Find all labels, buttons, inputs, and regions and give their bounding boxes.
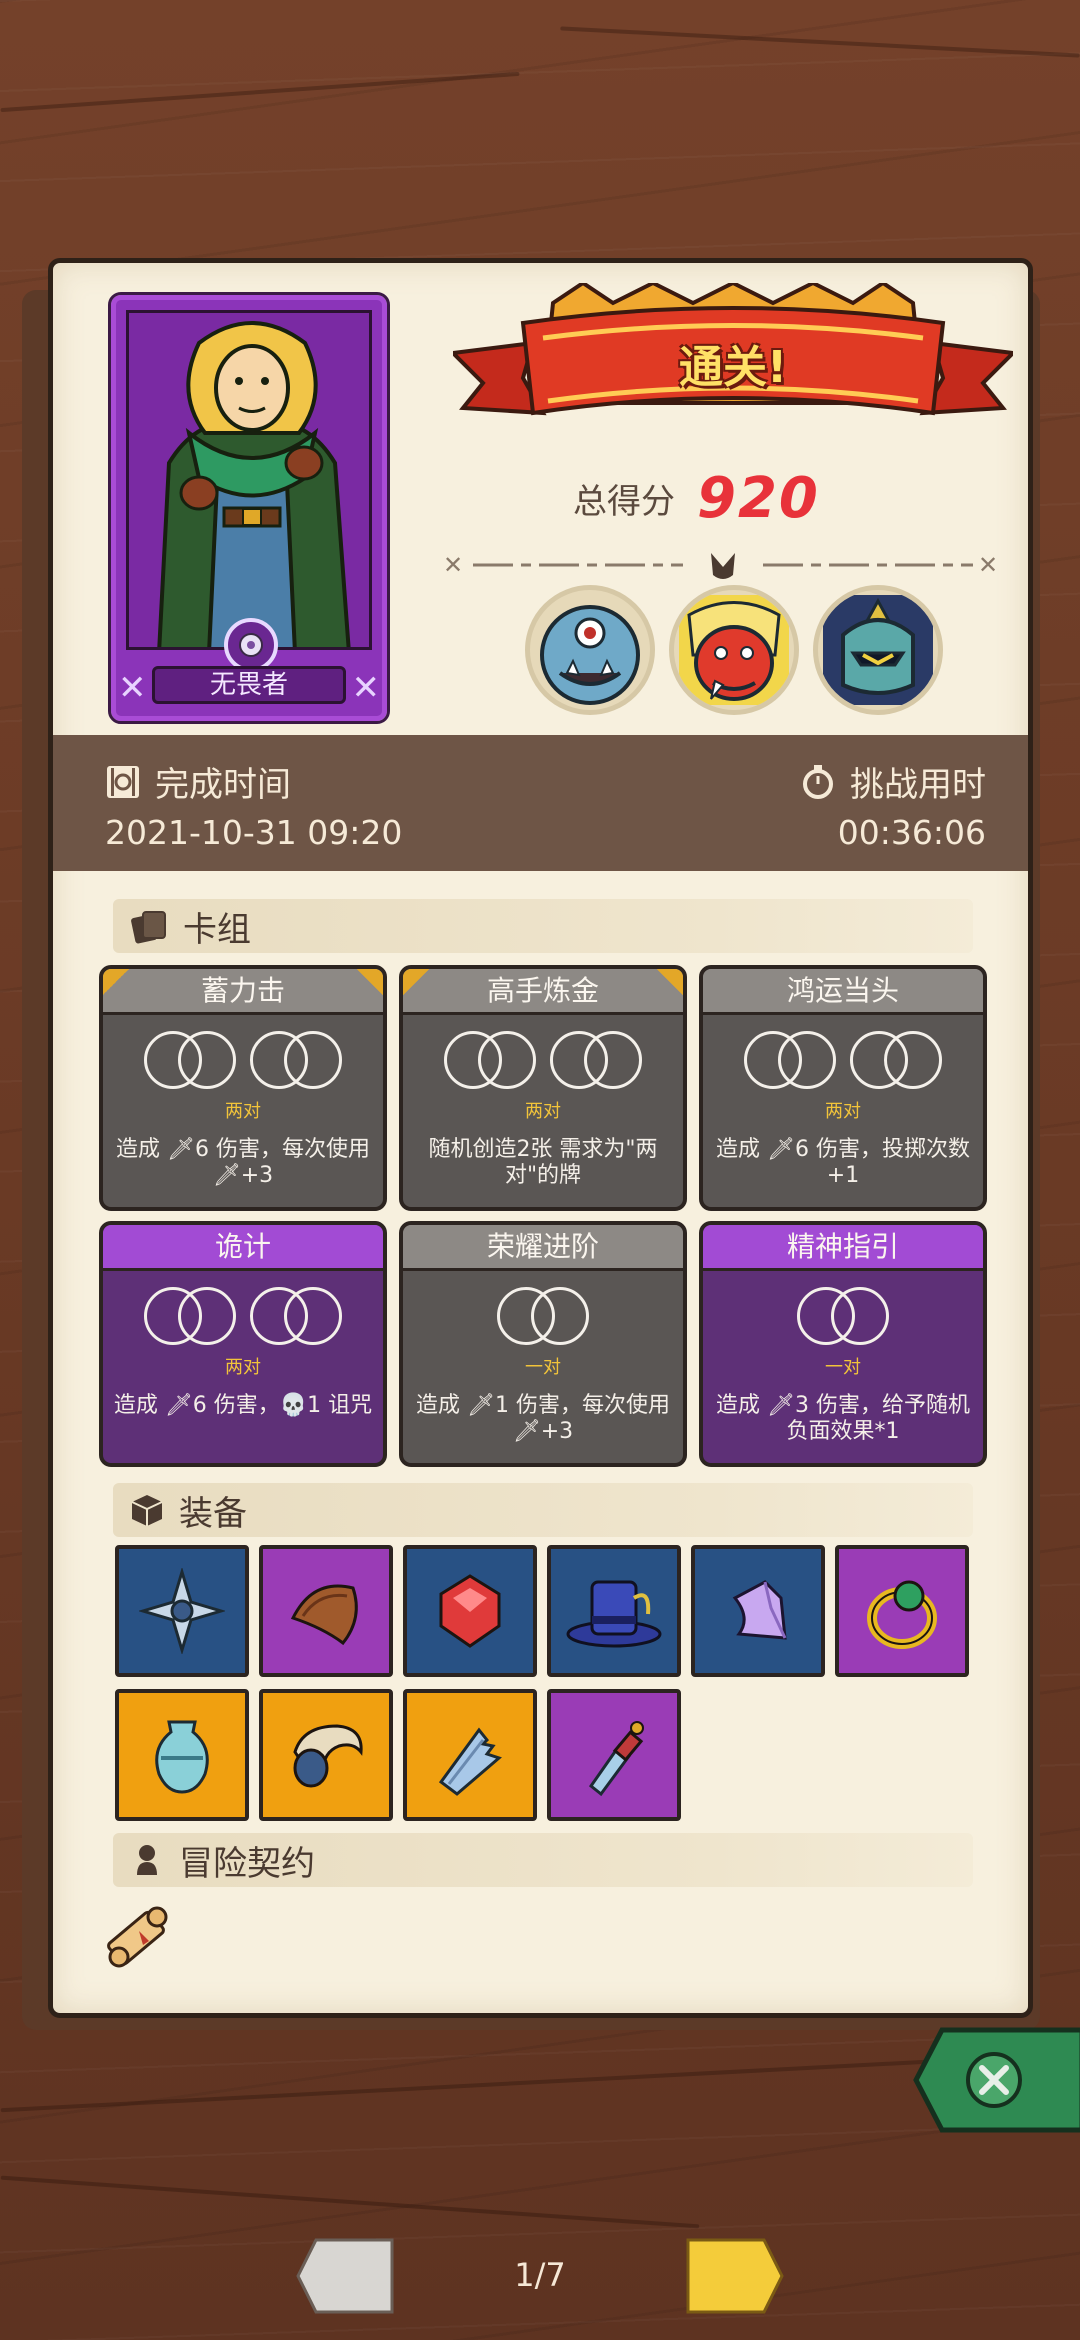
dice-pair-icon (403, 1031, 683, 1093)
hero-illustration-icon (157, 321, 351, 647)
deck-card[interactable]: 鸿运当头 两对 造成 🗡6 伤害，投掷次数 +1 (699, 965, 987, 1211)
page-indicator: 1/7 (514, 2256, 566, 2294)
results-panel: ✕ ✕ 无畏者 通关! 总得分 920 ✕ ✕ 完成时间 2021-10-31 … (48, 258, 1033, 2018)
silver-star-emblem-icon[interactable] (115, 1545, 249, 1677)
deck-card[interactable]: 诡计 两对 造成 🗡6 伤害，💀1 诅咒 (99, 1221, 387, 1467)
bone-left-icon: ✕ (118, 668, 147, 708)
card-name: 鸿运当头 (703, 969, 983, 1015)
card-requirement: 两对 (825, 1101, 861, 1122)
dice-pair-icon (103, 1031, 383, 1093)
hero-art (126, 310, 372, 650)
card-description: 造成 🗡6 伤害，💀1 诅咒 (113, 1393, 373, 1418)
close-button[interactable] (912, 2024, 1080, 2136)
defeated-bosses (525, 585, 943, 715)
deck-card[interactable]: 高手炼金 两对 随机创造2张 需求为"两对"的牌 (399, 965, 687, 1211)
deck-card[interactable]: 蓄力击 两对 造成 🗡6 伤害，每次使用 🗡+3 (99, 965, 387, 1211)
finish-time-label: 完成时间 (155, 765, 291, 805)
horn-cornucopia-icon[interactable] (259, 1689, 393, 1821)
contract-section-header: 冒险契约 (113, 1833, 973, 1887)
card-name: 蓄力击 (103, 969, 383, 1015)
finish-time-value: 2021-10-31 09:20 (105, 813, 403, 852)
card-name: 精神指引 (703, 1225, 983, 1271)
dice-pair-icon (403, 1287, 683, 1349)
film-clock-icon (107, 765, 139, 798)
card-name: 荣耀进阶 (403, 1225, 683, 1271)
box-icon (131, 1495, 163, 1526)
stopwatch-icon (803, 764, 833, 799)
banner-title: 通关! (678, 342, 788, 393)
card-name: 诡计 (103, 1225, 383, 1271)
hero-portrait-card: ✕ ✕ 无畏者 (108, 292, 390, 724)
armored-knight-boss-icon (813, 585, 943, 715)
challenge-time-label-group: 挑战用时 (800, 757, 986, 806)
deck-card[interactable]: 精神指引 一对 造成 🗡3 伤害，给予随机负面效果*1 (699, 1221, 987, 1467)
next-page-button[interactable] (684, 2236, 784, 2316)
pawn-icon (137, 1845, 157, 1875)
hero-class-emblem-icon (224, 618, 278, 672)
contract-title: 冒险契约 (179, 1843, 315, 1884)
deck-title: 卡组 (183, 909, 251, 950)
leather-shoulder-pad-icon[interactable] (259, 1545, 393, 1677)
card-requirement: 一对 (525, 1357, 561, 1378)
cards-icon (131, 911, 166, 944)
emerald-ring-icon[interactable] (835, 1545, 969, 1677)
previous-page-button[interactable] (296, 2236, 396, 2316)
crystal-dagger-icon[interactable] (547, 1689, 681, 1821)
card-description: 造成 🗡6 伤害，每次使用 🗡+3 (116, 1137, 370, 1188)
card-description: 随机创造2张 需求为"两对"的牌 (428, 1137, 658, 1188)
dice-pair-icon (703, 1287, 983, 1349)
svg-text:✕: ✕ (443, 551, 463, 579)
next-arrow-icon (686, 2238, 784, 2314)
dice-pair-icon (103, 1287, 383, 1349)
blue-top-hat-icon[interactable] (547, 1545, 681, 1677)
hero-name: 无畏者 (152, 666, 346, 704)
ornament-divider: ✕ ✕ (443, 551, 998, 579)
broken-blade-icon[interactable] (403, 1689, 537, 1821)
score-label: 总得分 (573, 481, 675, 522)
red-demon-boss-icon (669, 585, 799, 715)
deck-section-header: 卡组 (113, 899, 973, 953)
svg-text:✕: ✕ (978, 551, 998, 579)
score-value: 920 (697, 465, 820, 531)
card-description: 造成 🗡3 伤害，给予随机负面效果*1 (716, 1393, 970, 1444)
scroll-icon[interactable] (99, 1895, 179, 1975)
prev-arrow-icon (296, 2238, 394, 2314)
blue-ogre-boss-icon (525, 585, 655, 715)
card-name: 高手炼金 (403, 969, 683, 1015)
challenge-time-label: 挑战用时 (850, 765, 986, 805)
card-description: 造成 🗡6 伤害，投掷次数 +1 (716, 1137, 970, 1188)
card-requirement: 两对 (225, 1357, 261, 1378)
finish-time-label-group: 完成时间 (105, 757, 291, 806)
card-requirement: 两对 (525, 1101, 561, 1122)
bone-right-icon: ✕ (351, 668, 381, 708)
card-requirement: 两对 (225, 1101, 261, 1122)
teal-vase-icon[interactable] (115, 1689, 249, 1821)
dice-pair-icon (703, 1031, 983, 1093)
time-summary-bar: 完成时间 2021-10-31 09:20 挑战用时 00:36:06 (53, 735, 1028, 871)
purple-crescent-icon[interactable] (691, 1545, 825, 1677)
deck-card[interactable]: 荣耀进阶 一对 造成 🗡1 伤害，每次使用 🗡+3 (399, 1221, 687, 1467)
card-requirement: 一对 (825, 1357, 861, 1378)
red-gem-icon[interactable] (403, 1545, 537, 1677)
card-description: 造成 🗡1 伤害，每次使用 🗡+3 (416, 1393, 670, 1444)
equipment-title: 装备 (179, 1493, 247, 1534)
victory-banner: 通关! (448, 280, 1018, 453)
score-row: 总得分 920 (573, 463, 820, 533)
challenge-time-value: 00:36:06 (837, 813, 986, 852)
equipment-section-header: 装备 (113, 1483, 973, 1537)
